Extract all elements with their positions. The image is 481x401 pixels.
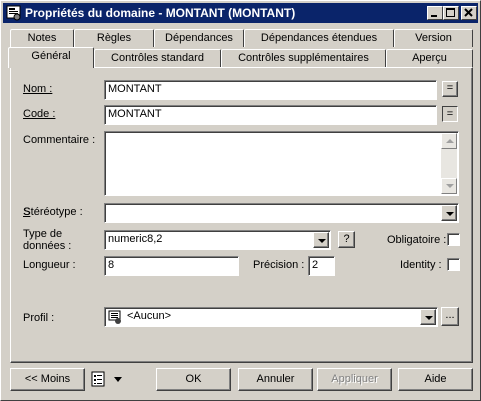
stereotype-label-text: Stéréotype : (23, 206, 83, 218)
datatype-label-line2: données : (23, 240, 72, 252)
length-label: Longueur : (23, 259, 76, 271)
scroll-up-button[interactable] (441, 133, 457, 149)
chevron-down-icon (318, 239, 326, 243)
dialog-window: Propriétés du domaine - MONTANT (MONTANT… (0, 0, 481, 401)
profile-combobox[interactable]: <Aucun> (104, 307, 438, 327)
minimize-icon (431, 15, 437, 17)
name-to-code-button[interactable]: = (442, 81, 458, 97)
precision-label: Précision : (253, 259, 305, 271)
name-input[interactable]: MONTANT (104, 80, 437, 100)
stereotype-combobox[interactable] (104, 203, 459, 223)
tab-controles-standard[interactable]: Contrôles standard (94, 49, 221, 67)
length-input[interactable]: 8 (104, 256, 239, 276)
minimize-button[interactable] (427, 6, 443, 20)
close-icon (464, 8, 473, 17)
tab-controles-supplementaires[interactable]: Contrôles supplémentaires (221, 49, 386, 67)
datatype-help-button[interactable]: ? (338, 231, 355, 248)
title-bar[interactable]: Propriétés du domaine - MONTANT (MONTANT… (3, 3, 478, 23)
datatype-dropdown-button[interactable] (313, 232, 329, 248)
maximize-button[interactable] (443, 6, 459, 20)
identity-label: Identity : (400, 259, 442, 271)
chevron-down-icon (446, 184, 454, 188)
tab-regles[interactable]: Règles (74, 29, 154, 47)
datatype-combobox[interactable]: numeric8,2 (104, 230, 331, 250)
code-label: Code : (23, 108, 56, 120)
profile-icon (108, 310, 124, 325)
chevron-down-icon[interactable] (114, 377, 122, 382)
maximize-icon (446, 8, 455, 17)
chevron-down-icon (446, 212, 454, 216)
cancel-button[interactable]: Annuler (238, 368, 313, 391)
comment-scrollbar[interactable] (441, 133, 457, 194)
chevron-up-icon (446, 139, 454, 143)
comment-label: Commentaire : (23, 134, 96, 146)
profile-ellipsis-button[interactable]: ... (441, 307, 459, 326)
profile-label: Profil : (23, 312, 55, 324)
stereotype-label: SStéréotype : (23, 206, 83, 218)
mandatory-label: Obligatoire : (387, 234, 447, 246)
help-button[interactable]: Aide (398, 368, 473, 391)
tab-notes[interactable]: Notes (10, 29, 74, 47)
identity-checkbox[interactable] (447, 258, 460, 271)
domain-icon (6, 5, 22, 21)
precision-input[interactable]: 2 (308, 256, 335, 276)
apply-button[interactable]: Appliquer (317, 368, 392, 391)
properties-menu-icon[interactable] (90, 371, 108, 389)
close-button[interactable] (461, 6, 477, 20)
comment-textarea[interactable] (104, 131, 459, 196)
datatype-value: numeric8,2 (108, 233, 163, 245)
tab-dependances[interactable]: Dépendances (154, 29, 244, 47)
tab-general[interactable]: Général (8, 47, 94, 68)
tab-dependances-etendues[interactable]: Dépendances étendues (244, 29, 394, 47)
profile-value: <Aucun> (127, 310, 172, 322)
tab-apercu[interactable]: Aperçu (386, 49, 473, 67)
mandatory-checkbox[interactable] (447, 233, 460, 246)
ok-button[interactable]: OK (156, 368, 231, 391)
scroll-down-button[interactable] (441, 178, 457, 194)
stereotype-dropdown-button[interactable] (441, 205, 457, 221)
chevron-down-icon (425, 316, 433, 320)
tab-version[interactable]: Version (394, 29, 473, 47)
profile-dropdown-button[interactable] (420, 309, 436, 325)
code-input[interactable]: MONTANT (104, 105, 437, 125)
window-title: Propriétés du domaine - MONTANT (MONTANT… (25, 6, 296, 20)
name-label: Nom : (23, 83, 53, 95)
datatype-label-line1: Type de (23, 228, 63, 240)
less-button[interactable]: << Moins (10, 368, 85, 391)
code-sync-toggle[interactable]: = (442, 106, 458, 122)
